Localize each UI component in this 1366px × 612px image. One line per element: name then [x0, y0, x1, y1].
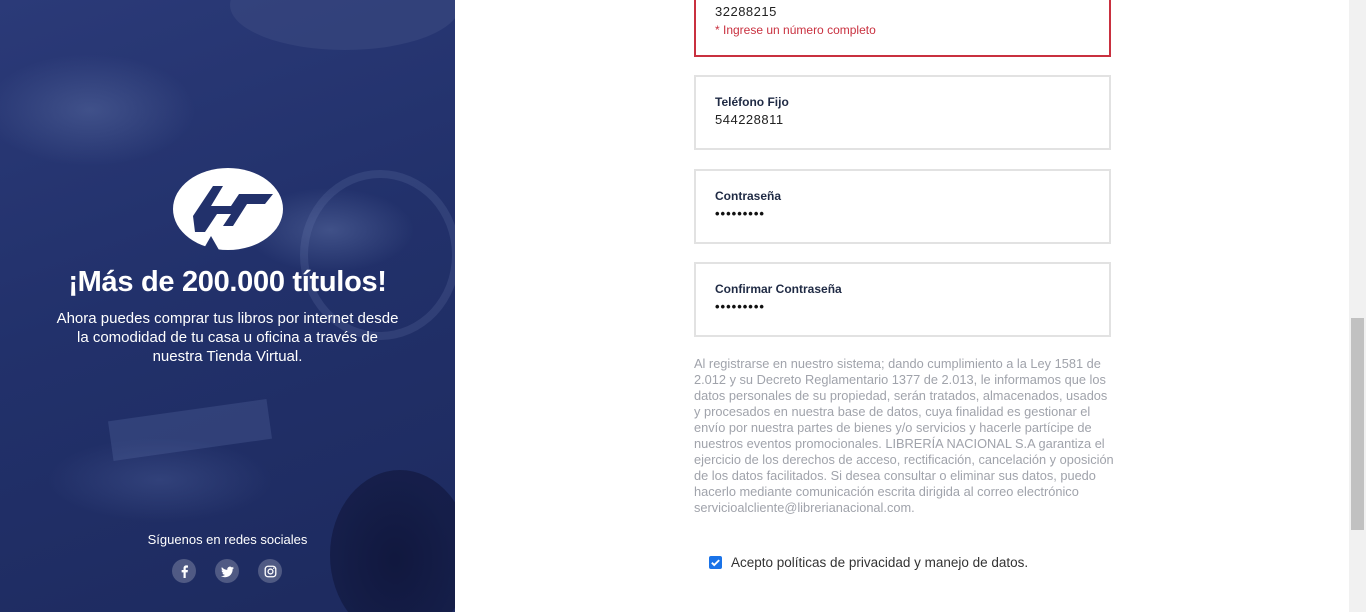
background-photo-shape [107, 399, 273, 461]
facebook-link[interactable] [172, 559, 196, 583]
mobile-phone-value: 32288215 [715, 4, 777, 19]
password-label: Contraseña [715, 189, 782, 203]
promo-headline: ¡Más de 200.000 títulos! [68, 266, 387, 298]
promo-subtext: Ahora puedes comprar tus libros por inte… [56, 310, 399, 365]
confirm-password-value: ••••••••• [715, 299, 765, 314]
brand-logo [173, 168, 283, 250]
privacy-consent-checkbox[interactable] [709, 556, 722, 569]
checkmark-icon [711, 559, 720, 567]
privacy-legal-text: Al registrarse en nuestro sistema; dando… [694, 356, 1114, 515]
mobile-phone-field[interactable]: 32288215 * Ingrese un número completo [694, 0, 1111, 57]
social-links [172, 559, 282, 583]
privacy-consent: Acepto políticas de privacidad y manejo … [709, 555, 1028, 570]
twitter-icon [220, 566, 234, 577]
landline-phone-label: Teléfono Fijo [715, 95, 789, 109]
mobile-phone-error: * Ingrese un número completo [715, 23, 876, 37]
instagram-icon [264, 565, 276, 577]
confirm-password-label: Confirmar Contraseña [715, 282, 842, 296]
facebook-icon [181, 564, 188, 578]
background-photo-shape [230, 0, 455, 50]
landline-phone-field[interactable]: Teléfono Fijo 544228811 [694, 75, 1111, 150]
twitter-link[interactable] [215, 559, 239, 583]
landline-phone-value: 544228811 [715, 112, 784, 127]
password-value: ••••••••• [715, 206, 765, 221]
page-scrollbar-thumb[interactable] [1351, 318, 1364, 530]
promo-panel: ¡Más de 200.000 títulos! Ahora puedes co… [0, 0, 455, 612]
instagram-link[interactable] [258, 559, 282, 583]
privacy-consent-label[interactable]: Acepto políticas de privacidad y manejo … [731, 555, 1028, 570]
password-field[interactable]: Contraseña ••••••••• [694, 169, 1111, 244]
confirm-password-field[interactable]: Confirmar Contraseña ••••••••• [694, 262, 1111, 337]
social-label: Síguenos en redes sociales [147, 532, 308, 547]
